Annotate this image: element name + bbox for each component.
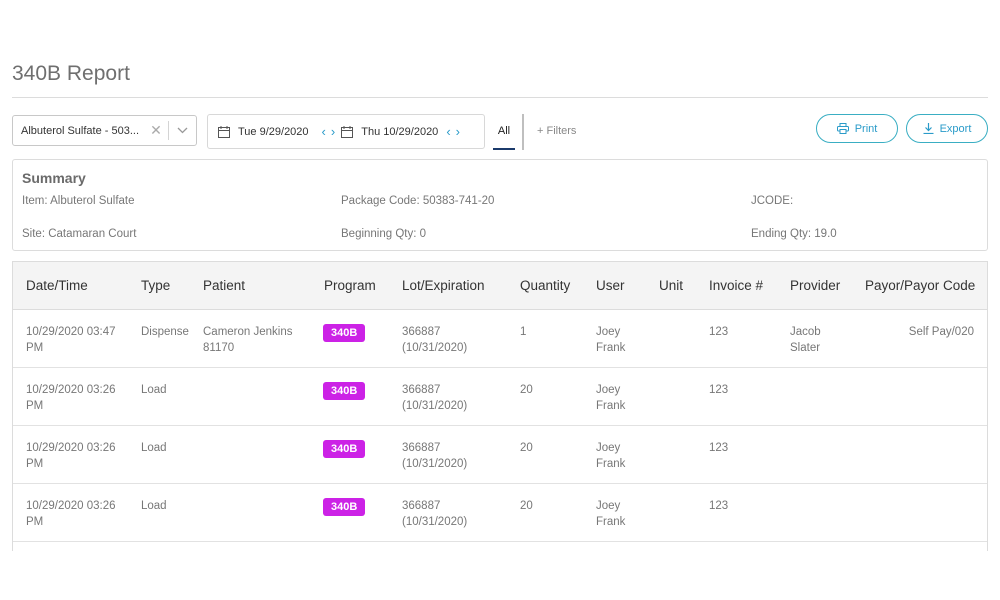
cell-datetime: 10/29/2020 03:26 PM (26, 442, 116, 470)
page-title: 340B Report (12, 62, 130, 85)
column-header-lot-expiration[interactable]: Lot/Expiration (402, 278, 485, 293)
summary-site: Site: Catamaran Court (22, 228, 137, 240)
chevron-down-icon[interactable] (169, 127, 196, 134)
cell-quantity: 20 (520, 384, 533, 396)
cell-invoice: 123 (709, 500, 729, 512)
cell-datetime: 10/29/2020 03:26 PM (26, 384, 116, 412)
export-label: Export (939, 122, 972, 135)
item-select[interactable]: Albuterol Sulfate - 503... ✕ (12, 115, 197, 146)
cell-type: Load (141, 442, 167, 454)
print-label: Print (854, 122, 878, 135)
chevron-right-icon[interactable]: › (456, 125, 460, 138)
cell-type: Load (141, 500, 167, 512)
chevron-left-icon[interactable]: ‹ (322, 125, 326, 138)
summary-item: Item: Albuterol Sulfate (22, 195, 135, 207)
cell-patient: Cameron Jenkins 81170 (203, 326, 293, 354)
summary-panel: Summary Item: Albuterol Sulfate Package … (12, 159, 988, 251)
tab-all[interactable]: All (493, 114, 515, 150)
program-badge: 340B (323, 324, 366, 342)
cell-quantity: 20 (520, 442, 533, 454)
cell-lot-expiration: 366887 (10/31/2020) (402, 384, 468, 412)
title-divider (12, 97, 988, 98)
summary-beginning-qty: Beginning Qty: 0 (341, 228, 427, 240)
cell-invoice: 123 (709, 326, 729, 338)
cell-user: Joey Frank (596, 442, 626, 470)
calendar-icon[interactable] (218, 125, 230, 138)
printer-icon (836, 123, 849, 134)
toolbar-divider (522, 114, 524, 150)
column-header-unit[interactable]: Unit (659, 278, 683, 293)
cell-quantity: 20 (520, 500, 533, 512)
column-header-quantity[interactable]: Quantity (520, 278, 570, 293)
column-header-payor[interactable]: Payor/Payor Code (865, 278, 975, 293)
cell-user: Joey Frank (596, 326, 626, 354)
column-header-user[interactable]: User (596, 278, 625, 293)
cell-provider: Jacob Slater (790, 326, 821, 354)
cell-type: Dispense (141, 326, 189, 338)
column-header-type[interactable]: Type (141, 278, 170, 293)
cell-lot-expiration: 366887 (10/31/2020) (402, 326, 468, 354)
date-range-picker[interactable]: Tue 9/29/2020 ‹ › Thu 10/29/2020 ‹ › (207, 114, 485, 149)
summary-ending-qty: Ending Qty: 19.0 (751, 228, 837, 240)
cell-invoice: 123 (709, 384, 729, 396)
column-header-patient[interactable]: Patient (203, 278, 245, 293)
cell-user: Joey Frank (596, 384, 626, 412)
print-button[interactable]: Print (816, 114, 898, 143)
add-filters-link[interactable]: + Filters (537, 125, 576, 137)
program-badge: 340B (323, 440, 366, 458)
table-header: Date/Time Type Patient Program Lot/Expir… (13, 262, 987, 310)
cell-datetime: 10/29/2020 03:26 PM (26, 500, 116, 528)
cell-lot-expiration: 366887 (10/31/2020) (402, 500, 468, 528)
program-badge: 340B (323, 382, 366, 400)
cell-type: Load (141, 384, 167, 396)
cell-payor: Self Pay/020 (908, 326, 974, 338)
column-header-datetime[interactable]: Date/Time (26, 278, 88, 293)
calendar-icon[interactable] (341, 125, 354, 138)
column-header-provider[interactable]: Provider (790, 278, 840, 293)
column-header-invoice[interactable]: Invoice # (709, 278, 763, 293)
summary-package-code: Package Code: 50383-741-20 (341, 195, 495, 207)
close-icon[interactable]: ✕ (144, 122, 168, 139)
report-table: Date/Time Type Patient Program Lot/Expir… (12, 261, 988, 551)
download-icon (923, 123, 934, 134)
cell-invoice: 123 (709, 442, 729, 454)
end-date[interactable]: Thu 10/29/2020 (361, 126, 438, 138)
table-row[interactable]: 10/29/2020 03:26 PM Load 340B 366887 (10/3… (13, 426, 987, 484)
cell-quantity: 1 (520, 326, 527, 338)
cell-lot-expiration: 366887 (10/31/2020) (402, 442, 468, 470)
item-select-value: Albuterol Sulfate - 503... (21, 124, 140, 137)
program-badge: 340B (323, 498, 366, 516)
table-row[interactable]: 10/29/2020 03:47 PM Dispense Cameron Jenk… (13, 310, 987, 368)
table-row[interactable]: 10/29/2020 03:26 PM Load 340B 366887 (10/3… (13, 368, 987, 426)
chevron-right-icon[interactable]: › (331, 125, 335, 138)
column-header-program[interactable]: Program (324, 278, 376, 293)
export-button[interactable]: Export (906, 114, 988, 143)
chevron-left-icon[interactable]: ‹ (446, 125, 450, 138)
summary-title: Summary (22, 170, 86, 186)
start-date[interactable]: Tue 9/29/2020 (238, 126, 309, 138)
table-row[interactable]: 10/29/2020 03:26 PM Load 340B 366887 (10/3… (13, 484, 987, 542)
summary-jcode: JCODE: (751, 195, 794, 207)
cell-datetime: 10/29/2020 03:47 PM (26, 326, 116, 354)
cell-user: Joey Frank (596, 500, 626, 528)
